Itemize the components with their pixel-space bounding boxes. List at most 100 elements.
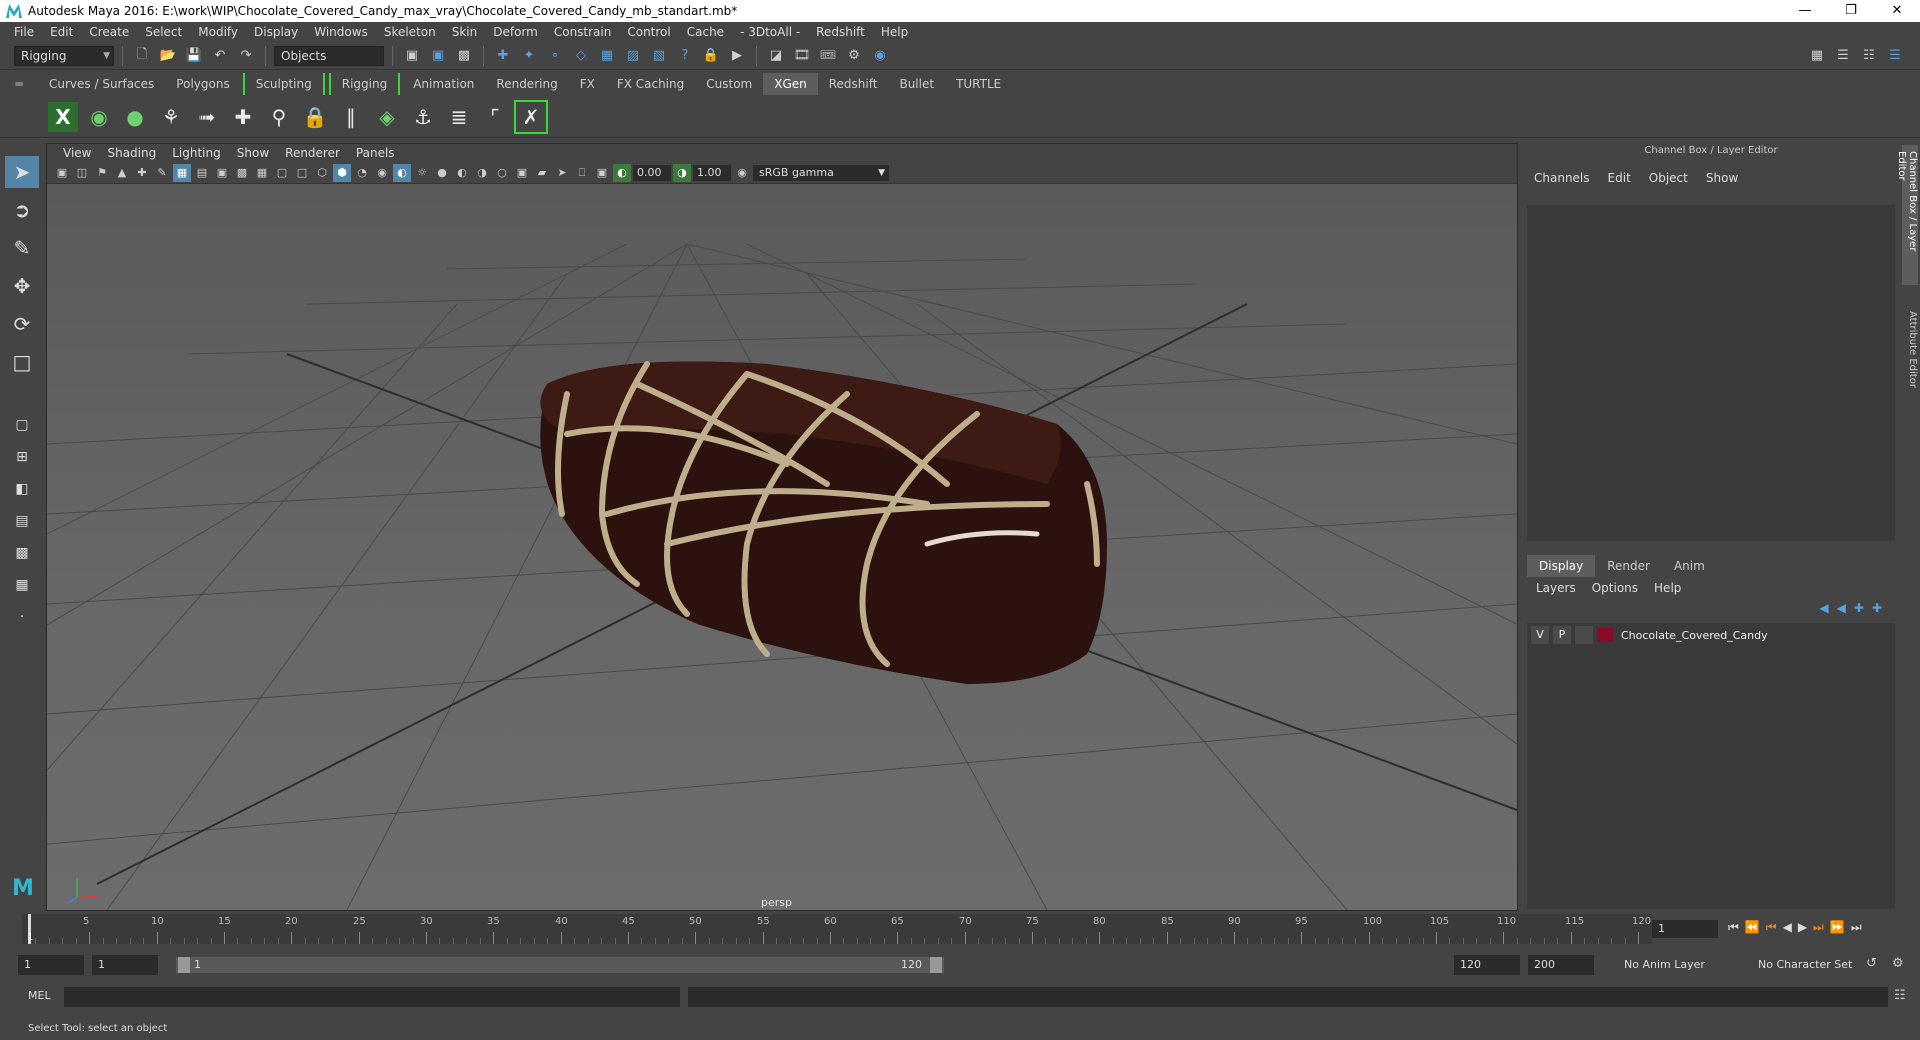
persp-graph-layout-icon[interactable]: ▤ — [5, 508, 39, 534]
exposure-icon[interactable]: ◐ — [613, 163, 631, 182]
channel-box-toggle-icon[interactable]: ☰ — [1884, 45, 1906, 67]
help-line-icon[interactable]: ? — [674, 45, 696, 67]
time-slider-track[interactable]: 1 5 10 15 20 25 30 35 40 45 50 55 60 65 70 75 80 85 90 95 1… — [22, 914, 1652, 944]
xgen-sculpt-guide-icon[interactable]: ⚲ — [264, 102, 294, 132]
gamma-icon[interactable]: ◑ — [673, 163, 691, 182]
uv-editor-layout-icon[interactable]: ▦ — [5, 572, 39, 598]
safe-action-icon[interactable]: ▢ — [273, 164, 291, 182]
persp-outliner-layout-icon[interactable]: ◧ — [5, 476, 39, 502]
bookmark-icon[interactable]: ⚑ — [93, 164, 111, 182]
menu-control[interactable]: Control — [619, 25, 678, 39]
four-pane-layout-icon[interactable]: ⊞ — [5, 444, 39, 470]
undo-icon[interactable]: ↶ — [209, 45, 231, 67]
animation-end-field[interactable]: 200 — [1528, 955, 1594, 975]
tab-curves-surfaces[interactable]: Curves / Surfaces — [38, 73, 165, 95]
two-d-pan-icon[interactable]: ✚ — [133, 164, 151, 182]
channel-box-menu-show[interactable]: Show — [1706, 171, 1738, 193]
menu-3dtoall[interactable]: - 3DtoAll - — [732, 25, 808, 39]
menu-edit[interactable]: Edit — [42, 25, 81, 39]
layer-row[interactable]: V P Chocolate_Covered_Candy — [1531, 626, 1768, 644]
menu-create[interactable]: Create — [81, 25, 137, 39]
paint-select-tool-icon[interactable]: ✎ — [5, 232, 39, 264]
viewport-menu-shading[interactable]: Shading — [99, 146, 164, 160]
xray-joints-icon[interactable]: ➤ — [553, 164, 571, 182]
textured-icon[interactable]: ◉ — [373, 164, 391, 182]
range-start-handle[interactable] — [178, 957, 190, 973]
menu-redshift[interactable]: Redshift — [808, 25, 873, 39]
use-lights-icon[interactable]: ◐ — [393, 163, 411, 182]
single-pane-layout-icon[interactable]: ▢ — [5, 412, 39, 438]
tab-fx-caching[interactable]: FX Caching — [606, 73, 695, 95]
tab-channel-box-layer-editor[interactable]: Channel Box / Layer Editor — [1896, 145, 1918, 285]
tab-anim[interactable]: Anim — [1662, 555, 1717, 577]
selection-mode-dropdown[interactable]: Objects — [274, 45, 384, 66]
modeling-toolkit-icon[interactable]: ▦ — [1806, 45, 1828, 67]
menu-modify[interactable]: Modify — [190, 25, 246, 39]
tab-custom[interactable]: Custom — [695, 73, 763, 95]
tab-sculpting[interactable]: Sculpting — [242, 73, 325, 95]
layer-playback-toggle[interactable]: P — [1553, 626, 1571, 644]
go-to-end-icon[interactable]: ⏭ — [1851, 920, 1862, 935]
playback-start-field[interactable]: 1 — [92, 955, 158, 975]
menu-deform[interactable]: Deform — [485, 25, 546, 39]
xgen-layers-icon[interactable]: ◈ — [372, 102, 402, 132]
channel-box-menu-object[interactable]: Object — [1649, 171, 1688, 193]
range-bar[interactable]: 1 120 — [176, 957, 944, 973]
menu-skeleton[interactable]: Skeleton — [376, 25, 444, 39]
menu-windows[interactable]: Windows — [306, 25, 376, 39]
more-layouts-icon[interactable]: · — [5, 604, 39, 630]
render-view-icon[interactable]: ◪ — [765, 45, 787, 67]
scale-tool-icon[interactable]: □ — [5, 346, 39, 378]
playback-end-field[interactable]: 120 — [1454, 955, 1520, 975]
snap-view-plane-icon[interactable]: ◇ — [570, 45, 592, 67]
auto-key-icon[interactable]: ↺ — [1866, 956, 1877, 971]
tab-fx[interactable]: FX — [569, 73, 606, 95]
viewport-menu-view[interactable]: View — [55, 146, 99, 160]
layer-menu-layers[interactable]: Layers — [1536, 581, 1576, 595]
perspective-viewport[interactable]: persp — [47, 184, 1517, 910]
hypershade-layout-icon[interactable]: ▩ — [5, 540, 39, 566]
tab-attribute-editor[interactable]: Attribute Editor — [1902, 305, 1918, 405]
gate-mask-icon[interactable]: ▩ — [233, 164, 251, 182]
xgen-editor-icon[interactable]: X — [48, 101, 78, 132]
color-management-icon[interactable]: ◉ — [733, 164, 751, 182]
new-layer-from-selected-icon[interactable]: ✚ — [1872, 601, 1882, 615]
isolate-select-icon[interactable]: ▣ — [513, 164, 531, 182]
select-by-component-icon[interactable]: ▩ — [453, 45, 475, 67]
animation-start-field[interactable]: 1 — [18, 955, 84, 975]
snap-curve-icon[interactable]: ✦ — [518, 45, 540, 67]
tab-redshift[interactable]: Redshift — [818, 73, 889, 95]
motion-blur-icon[interactable]: ◐ — [453, 164, 471, 182]
tab-render[interactable]: Render — [1595, 555, 1662, 577]
color-space-dropdown[interactable]: sRGB gamma ▼ — [753, 164, 889, 181]
viewport-menu-renderer[interactable]: Renderer — [277, 146, 348, 160]
render-settings-icon[interactable]: ⚙ — [843, 45, 865, 67]
redo-icon[interactable]: ↷ — [235, 45, 257, 67]
step-forward-icon[interactable]: ⏩ — [1830, 920, 1845, 935]
menu-display[interactable]: Display — [246, 25, 306, 39]
xgen-place-guide-icon[interactable]: ➟ — [192, 102, 222, 132]
xgen-comb-icon[interactable]: ⚓ — [408, 102, 438, 132]
render-frame-icon[interactable]: 🎞 — [791, 45, 813, 67]
ambient-occlusion-icon[interactable]: ● — [433, 164, 451, 182]
ipr-render-icon[interactable]: 🎟 — [817, 45, 839, 67]
select-by-object-icon[interactable]: ▣ — [427, 45, 449, 67]
step-back-key-icon[interactable]: ⏮ — [1766, 920, 1777, 935]
tab-xgen[interactable]: XGen — [763, 73, 818, 95]
depth-of-field-icon[interactable]: ○ — [493, 164, 511, 182]
range-end-handle[interactable] — [930, 957, 942, 973]
rotate-tool-icon[interactable]: ⟳ — [5, 308, 39, 340]
xgen-grass-icon[interactable]: ≣ — [444, 102, 474, 132]
viewport-menu-show[interactable]: Show — [229, 146, 277, 160]
attribute-editor-toggle-icon[interactable]: ☰ — [1832, 45, 1854, 67]
xgen-hair-icon[interactable]: ✗ — [514, 99, 548, 134]
menuset-dropdown[interactable]: Rigging ▼ — [14, 45, 114, 66]
menu-select[interactable]: Select — [137, 25, 190, 39]
channel-box-menu-edit[interactable]: Edit — [1608, 171, 1631, 193]
move-layer-up-icon[interactable]: ◀ — [1819, 601, 1828, 615]
select-highlight-icon[interactable]: ▶ — [726, 45, 748, 67]
wireframe-icon[interactable]: ⬡ — [313, 164, 331, 182]
xray-icon[interactable]: ▰ — [533, 164, 551, 182]
grease-pencil-icon[interactable]: ✎ — [153, 164, 171, 182]
lasso-tool-icon[interactable]: ➲ — [5, 194, 39, 226]
